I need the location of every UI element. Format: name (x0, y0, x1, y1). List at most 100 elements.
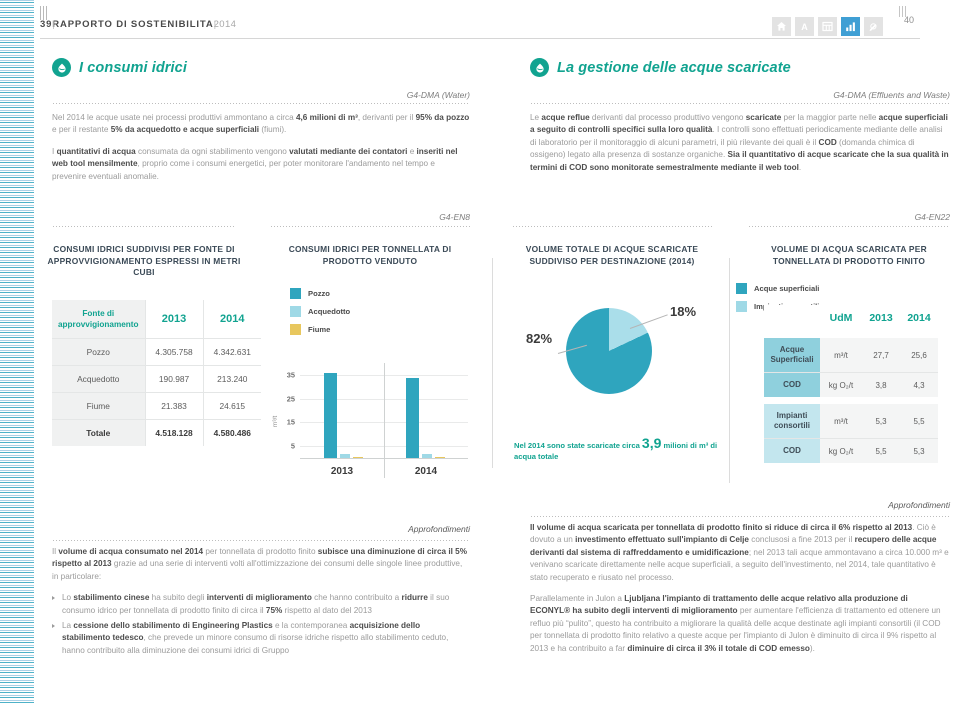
body-copy-right: Le acque reflue derivanti dal processo p… (530, 112, 950, 174)
list-item-text: Lo stabilimento cinese ha subito degli i… (62, 593, 450, 615)
body-copy-bottom-left: Il volume di acqua consumato nel 2014 pe… (52, 546, 470, 660)
row-label: COD (764, 372, 820, 397)
pie-chart-volume-destinazione: 82% 18% Nel 2014 sono state scaricate ci… (512, 284, 722, 484)
legend-label: Pozzo (308, 289, 330, 298)
cell-2014: 25,6 (900, 338, 938, 373)
divider-fig1 (52, 226, 235, 227)
cell-2013: 5,3 (862, 404, 900, 439)
cell-2013: 4.305.758 (144, 338, 204, 366)
table-header-2013: 2013 (862, 305, 900, 331)
legend-swatch-fiume (290, 324, 301, 335)
bullet-list-left: Lo stabilimento cinese ha subito degli i… (52, 592, 470, 657)
table-consumi-idrici-fonte: Fonte di approvvigionamento 2013 2014 Po… (52, 300, 262, 446)
header-title: 39 | RAPPORTO DI SOSTENIBILITA | 2014 (40, 19, 237, 30)
page-header: 39 | RAPPORTO DI SOSTENIBILITA | 2014 A 40 (40, 6, 920, 38)
paragraph: Parallelamente in Julon a Ljubljana l'im… (530, 594, 941, 653)
paragraph: I quantitativi di acqua consumata da ogn… (52, 146, 458, 181)
body-copy-bottom-right: Il volume di acqua scaricata per tonnell… (530, 522, 950, 655)
cell-2013: 190.987 (144, 365, 204, 393)
legend-item: Acque superficiali (736, 283, 819, 294)
figure-title-consumi-tonnellata: CONSUMI IDRICI PER TONNELLATA DI PRODOTT… (288, 244, 452, 266)
legend-swatch-impianti-consortili (736, 301, 747, 312)
header-year: 2014 (213, 19, 237, 30)
table-row: COD kg O₂/t 5,5 5,3 (764, 438, 938, 463)
cell-2013: 3,8 (862, 372, 900, 397)
list-item: La cessione dello stabilimento di Engine… (52, 620, 470, 657)
table-header-row: UdM 2013 2014 (764, 305, 938, 331)
pie-caption-value: 3,9 (641, 435, 662, 451)
cell-2014: 5,3 (900, 438, 938, 463)
y-axis-label: m³/t (272, 415, 280, 428)
table-row: COD kg O₂/t 3,8 4,3 (764, 372, 938, 397)
table-header-2013: 2013 (144, 300, 204, 339)
legend-item: Pozzo (290, 288, 350, 299)
legend-swatch-pozzo (290, 288, 301, 299)
table-header-source: Fonte di approvvigionamento (52, 300, 146, 339)
page-spine-decoration (0, 0, 34, 705)
list-item: Lo stabilimento cinese ha subito degli i… (52, 592, 470, 617)
cell-2014: 4,3 (900, 372, 938, 397)
table-icon[interactable] (818, 17, 837, 36)
divider-left-top (52, 103, 470, 104)
y-tick-5: 5 (290, 441, 295, 451)
table-header-blank (764, 305, 820, 331)
g4-tag-en8: G4-EN8 (439, 212, 470, 222)
text-icon[interactable]: A (795, 17, 814, 36)
row-label: COD (764, 438, 820, 463)
divider-bottom-left (52, 540, 470, 541)
row-label: Acquedotto (52, 365, 146, 393)
section-heading-acque-scaricate: La gestione delle acque scaricate (530, 58, 791, 77)
bar-chart-icon[interactable] (841, 17, 860, 36)
divider-right-top (530, 103, 950, 104)
figure-title-volume-destinazione: VOLUME TOTALE DI ACQUE SCARICATE SUDDIVI… (525, 244, 699, 266)
table-row: Impianti consortili m³/t 5,3 5,5 (764, 404, 938, 439)
table-row: Acquedotto 190.987 213.240 (52, 365, 262, 393)
table-header-udm: UdM (820, 305, 862, 331)
cell-2014: 213.240 (202, 365, 262, 393)
header-report-title: RAPPORTO DI SOSTENIBILITA (52, 19, 214, 30)
header-tick (902, 6, 903, 17)
cell-unit: m³/t (820, 338, 862, 373)
header-page-number-right: 40 (903, 15, 914, 25)
cell-2014: 5,5 (900, 404, 938, 439)
table-total-row: Totale 4.518.128 4.580.486 (52, 419, 262, 446)
table-row: Fiume 21.383 24.615 (52, 392, 262, 420)
paragraph: Il volume di acqua consumato nel 2014 pe… (52, 547, 468, 581)
row-label: Pozzo (52, 338, 146, 366)
water-drop-icon (52, 58, 71, 77)
figure-title-consumi-fonte: CONSUMI IDRICI SUDDIVISI PER FONTE DI AP… (47, 244, 241, 277)
row-label: Impianti consortili (764, 404, 820, 439)
table-header-2014: 2014 (900, 305, 938, 331)
bar-chart-consumi-tonnellata: Pozzo Acquedotto Fiume m³/t 5 15 25 35 2… (272, 288, 472, 488)
paragraph: Nel 2014 le acque usate nei processi pro… (52, 113, 470, 135)
section-title-left: I consumi idrici (79, 59, 187, 76)
g4-tag-left: G4-DMA (Water) (406, 90, 470, 100)
bar-chart-plot-area: 5 15 25 35 2013 2014 (287, 363, 468, 478)
cell-unit: kg O₂/t (820, 438, 862, 463)
home-icon[interactable] (772, 17, 791, 36)
row-label: Totale (52, 419, 146, 446)
table-header-2014: 2014 (202, 300, 262, 339)
pie-caption: Nel 2014 sono state scaricate circa 3,9 … (514, 435, 724, 462)
pie-label-18: 18% (670, 304, 697, 319)
header-divider (40, 38, 920, 39)
divider-fig2 (270, 226, 470, 227)
edit-icon[interactable] (864, 17, 883, 36)
x-label-2013: 2013 (330, 466, 354, 477)
approfondimenti-label-right: Approfondimenti (888, 500, 950, 510)
y-tick-15: 15 (286, 417, 295, 427)
legend-item: Fiume (290, 324, 350, 335)
pie-caption-prefix: Nel 2014 sono state scaricate circa (514, 441, 640, 450)
figure-title-volume-tonnellata: VOLUME DI ACQUA SCARICATA PER TONNELLATA… (771, 244, 927, 266)
list-item-text: La cessione dello stabilimento di Engine… (62, 621, 449, 655)
bullet-triangle-icon (52, 596, 55, 601)
g4-tag-en22: G4-EN22 (914, 212, 950, 222)
report-page: 39 | RAPPORTO DI SOSTENIBILITA | 2014 A 40 (0, 0, 960, 705)
paragraph: Le acque reflue derivanti dal processo p… (530, 113, 949, 172)
header-tick (40, 6, 41, 20)
section-heading-consumi-idrici: I consumi idrici (52, 58, 187, 77)
header-icon-toolbar[interactable]: A (772, 17, 883, 36)
header-tick (43, 6, 44, 20)
x-label-2014: 2014 (414, 466, 438, 477)
legend-label: Acquedotto (308, 307, 351, 316)
